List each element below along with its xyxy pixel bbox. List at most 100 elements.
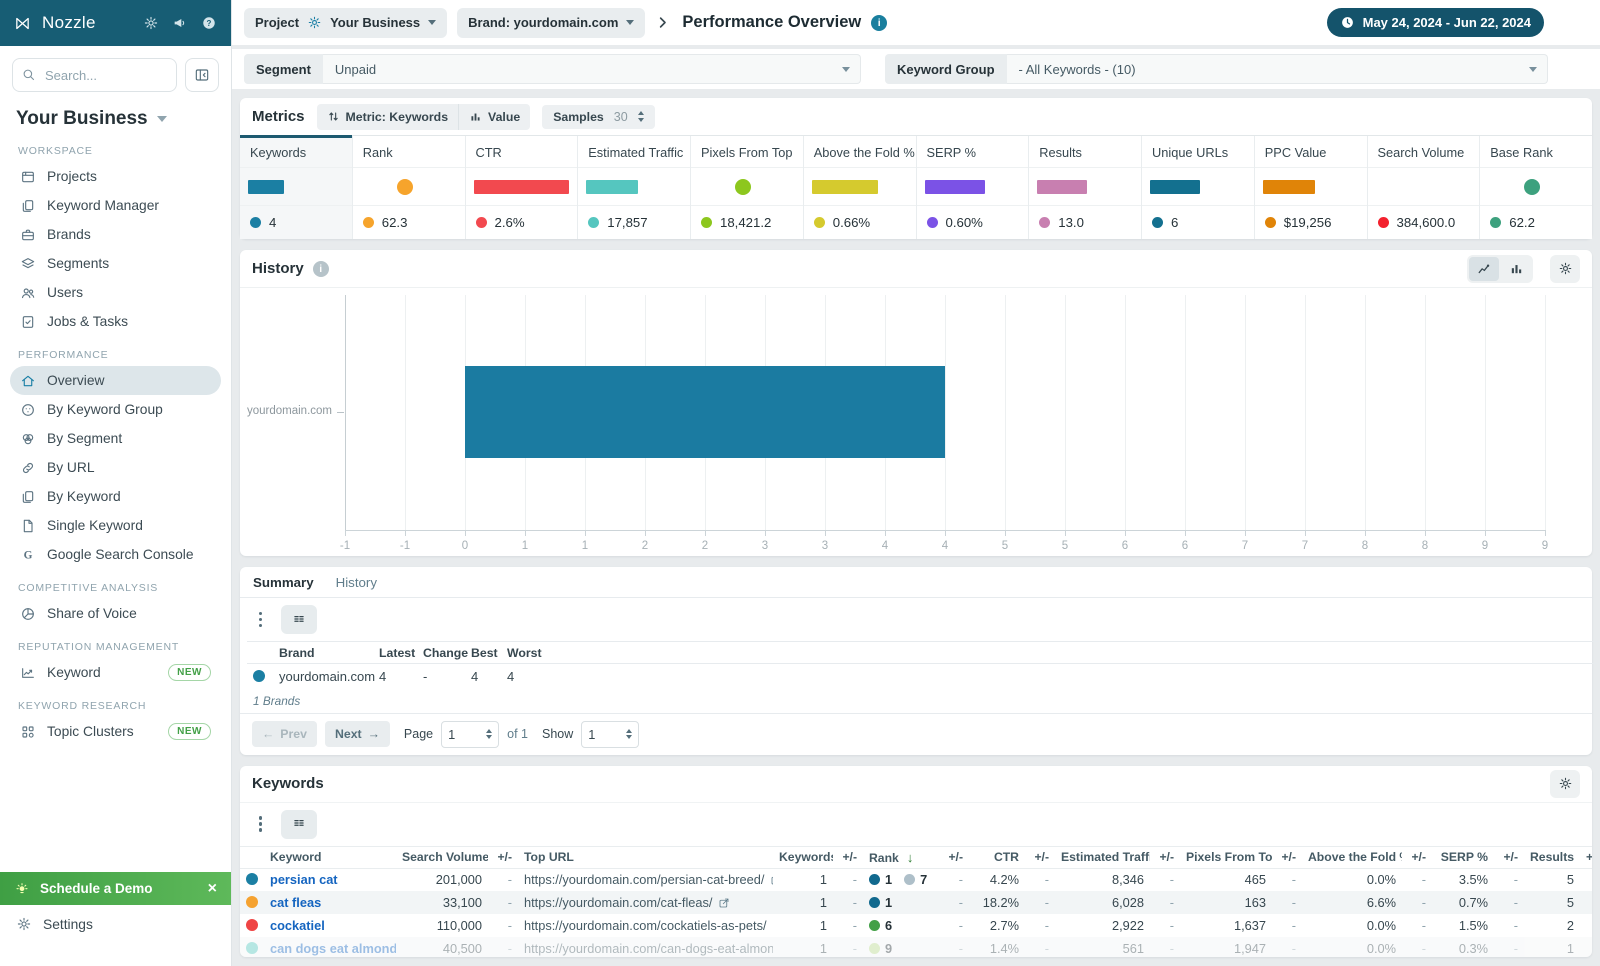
search-input[interactable] (12, 58, 177, 92)
prev-page-button[interactable]: Prev (252, 721, 317, 747)
sidebar-item-jobs-tasks[interactable]: Jobs & Tasks (10, 307, 221, 336)
keyword-link[interactable]: persian cat (270, 872, 338, 887)
sidebar-item-google-search-console[interactable]: GGoogle Search Console (10, 540, 221, 569)
kebab-menu-button[interactable] (254, 812, 267, 835)
keyword-row[interactable]: persian cat201,000-https://yourdomain.co… (240, 868, 1592, 891)
table-row[interactable]: yourdomain.com 4 - 4 4 (247, 664, 1599, 689)
column-header-results[interactable]: Results (1524, 846, 1580, 868)
keyword-row[interactable]: cat fleas33,100-https://yourdomain.com/c… (240, 891, 1592, 914)
column-header-change[interactable]: +/- (488, 846, 518, 868)
column-header-change[interactable]: +/- (1402, 846, 1432, 868)
kebab-menu-button[interactable] (254, 608, 267, 631)
sidebar-item-segments[interactable]: Segments (10, 249, 221, 278)
column-header-keywords[interactable]: Keywords (773, 846, 833, 868)
column-header-above-the-fold[interactable]: Above the Fold % (1302, 846, 1402, 868)
column-header-change[interactable]: +/- (1025, 846, 1055, 868)
info-icon[interactable] (313, 261, 329, 277)
keyword-link[interactable]: cockatiel (270, 918, 325, 933)
metric-column-serp[interactable]: SERP %0.60% (917, 136, 1030, 239)
column-header-ctr[interactable]: CTR (969, 846, 1025, 868)
tab-history[interactable]: History (336, 575, 377, 590)
column-header-change[interactable]: +/- (1580, 846, 1592, 868)
keyword-row[interactable]: cockatiel110,000-https://yourdomain.com/… (240, 914, 1592, 937)
workspace-gear-button[interactable] (143, 15, 159, 31)
sidebar-item-overview[interactable]: Overview (10, 366, 221, 395)
sidebar-item-brands[interactable]: Brands (10, 220, 221, 249)
sidebar-item-by-keyword[interactable]: By Keyword (10, 482, 221, 511)
next-page-button[interactable]: Next (325, 721, 390, 747)
project-selector[interactable]: Project Your Business (244, 8, 447, 38)
sidebar-item-users[interactable]: Users (10, 278, 221, 307)
bar-chart-toggle[interactable] (1501, 257, 1531, 281)
metric-column-pixels-from-top[interactable]: Pixels From Top18,421.2 (691, 136, 804, 239)
sidebar-item-keyword[interactable]: KeywordNEW (10, 658, 221, 687)
history-settings-button[interactable] (1550, 255, 1580, 283)
keyword-link[interactable]: can dogs eat almonds (270, 941, 396, 956)
samples-stepper[interactable]: Samples 30 (542, 105, 655, 129)
keyword-group-select[interactable]: Keyword Group - All Keywords - (10) (885, 54, 1548, 84)
metric-column-keywords[interactable]: Keywords4 (240, 136, 353, 239)
column-header-pixels-from-top[interactable]: Pixels From Top (1180, 846, 1272, 868)
sidebar-item-share-of-voice[interactable]: Share of Voice (10, 599, 221, 628)
column-header-best[interactable]: Best (465, 642, 501, 664)
column-header-change[interactable]: +/- (1494, 846, 1524, 868)
metric-column-rank[interactable]: Rank62.3 (353, 136, 466, 239)
columns-button[interactable] (281, 810, 317, 839)
metric-column-unique-urls[interactable]: Unique URLs6 (1142, 136, 1255, 239)
metric-column-ppc-value[interactable]: PPC Value$19,256 (1255, 136, 1368, 239)
help-button[interactable]: ? (201, 15, 217, 31)
metric-selector-button[interactable]: Metric: Keywords (317, 104, 459, 130)
metric-column-search-volume[interactable]: Search Volume384,600.0 (1368, 136, 1481, 239)
column-header-search-volume[interactable]: Search Volume (396, 846, 488, 868)
top-url-link[interactable]: https://yourdomain.com/cockatiels-as-pet… (524, 918, 767, 933)
history-bar[interactable] (465, 366, 945, 458)
stepper-arrows-icon[interactable] (638, 111, 644, 122)
page-number-stepper[interactable] (441, 721, 499, 748)
top-url-link[interactable]: https://yourdomain.com/cat-fleas/ (524, 895, 712, 910)
columns-button[interactable] (281, 605, 317, 634)
column-header-worst[interactable]: Worst (501, 642, 549, 664)
sidebar-item-settings[interactable]: Settings (0, 905, 231, 966)
column-header-rank[interactable]: Rank (863, 846, 939, 868)
sidebar-item-by-url[interactable]: By URL (10, 453, 221, 482)
metric-column-estimated-traffic[interactable]: Estimated Traffic17,857 (578, 136, 691, 239)
top-url-link[interactable]: https://yourdomain.com/can-dogs-eat-almo… (524, 941, 773, 956)
column-header-brand[interactable]: Brand (273, 642, 373, 664)
announcements-button[interactable] (172, 15, 188, 31)
tab-summary[interactable]: Summary (253, 575, 314, 590)
page-size-stepper[interactable] (581, 721, 639, 748)
close-icon[interactable] (208, 881, 217, 897)
date-range-button[interactable]: May 24, 2024 - Jun 22, 2024 (1327, 8, 1544, 37)
keyword-link[interactable]: cat fleas (270, 895, 321, 910)
keyword-row[interactable]: can dogs eat almonds40,500-https://yourd… (240, 937, 1592, 957)
info-icon[interactable] (871, 15, 887, 31)
metric-column-results[interactable]: Results13.0 (1029, 136, 1142, 239)
column-header-keyword[interactable]: Keyword (264, 846, 396, 868)
sidebar-item-topic-clusters[interactable]: Topic ClustersNEW (10, 717, 221, 746)
brand-selector[interactable]: Brand: yourdomain.com (457, 8, 645, 38)
sidebar-item-single-keyword[interactable]: Single Keyword (10, 511, 221, 540)
page-size-input[interactable] (588, 727, 614, 742)
value-mode-button[interactable]: Value (458, 104, 530, 130)
schedule-demo-banner[interactable]: Schedule a Demo (0, 872, 231, 905)
sidebar-item-by-keyword-group[interactable]: By Keyword Group (10, 395, 221, 424)
column-header-change[interactable]: Change (417, 642, 465, 664)
metric-column-above-the-fold[interactable]: Above the Fold %0.66% (804, 136, 917, 239)
segment-select[interactable]: Segment Unpaid (244, 54, 861, 84)
column-header-top-url[interactable]: Top URL (518, 846, 773, 868)
workspace-selector[interactable]: Your Business (0, 102, 231, 132)
sidebar-item-projects[interactable]: Projects (10, 162, 221, 191)
column-header-change[interactable]: +/- (1150, 846, 1180, 868)
sidebar-item-keyword-manager[interactable]: Keyword Manager (10, 191, 221, 220)
column-header-change[interactable]: +/- (1272, 846, 1302, 868)
stepper-arrows-icon[interactable] (486, 729, 492, 740)
metric-column-ctr[interactable]: CTR2.6% (466, 136, 579, 239)
column-header-estimated-traffic[interactable]: Estimated Traffic (1055, 846, 1150, 868)
collapse-sidebar-button[interactable] (185, 58, 219, 92)
column-header-change[interactable]: +/- (833, 846, 863, 868)
top-url-link[interactable]: https://yourdomain.com/persian-cat-breed… (524, 872, 764, 887)
column-header-latest[interactable]: Latest (373, 642, 417, 664)
line-chart-toggle[interactable] (1469, 257, 1499, 281)
page-number-input[interactable] (448, 727, 474, 742)
stepper-arrows-icon[interactable] (626, 729, 632, 740)
